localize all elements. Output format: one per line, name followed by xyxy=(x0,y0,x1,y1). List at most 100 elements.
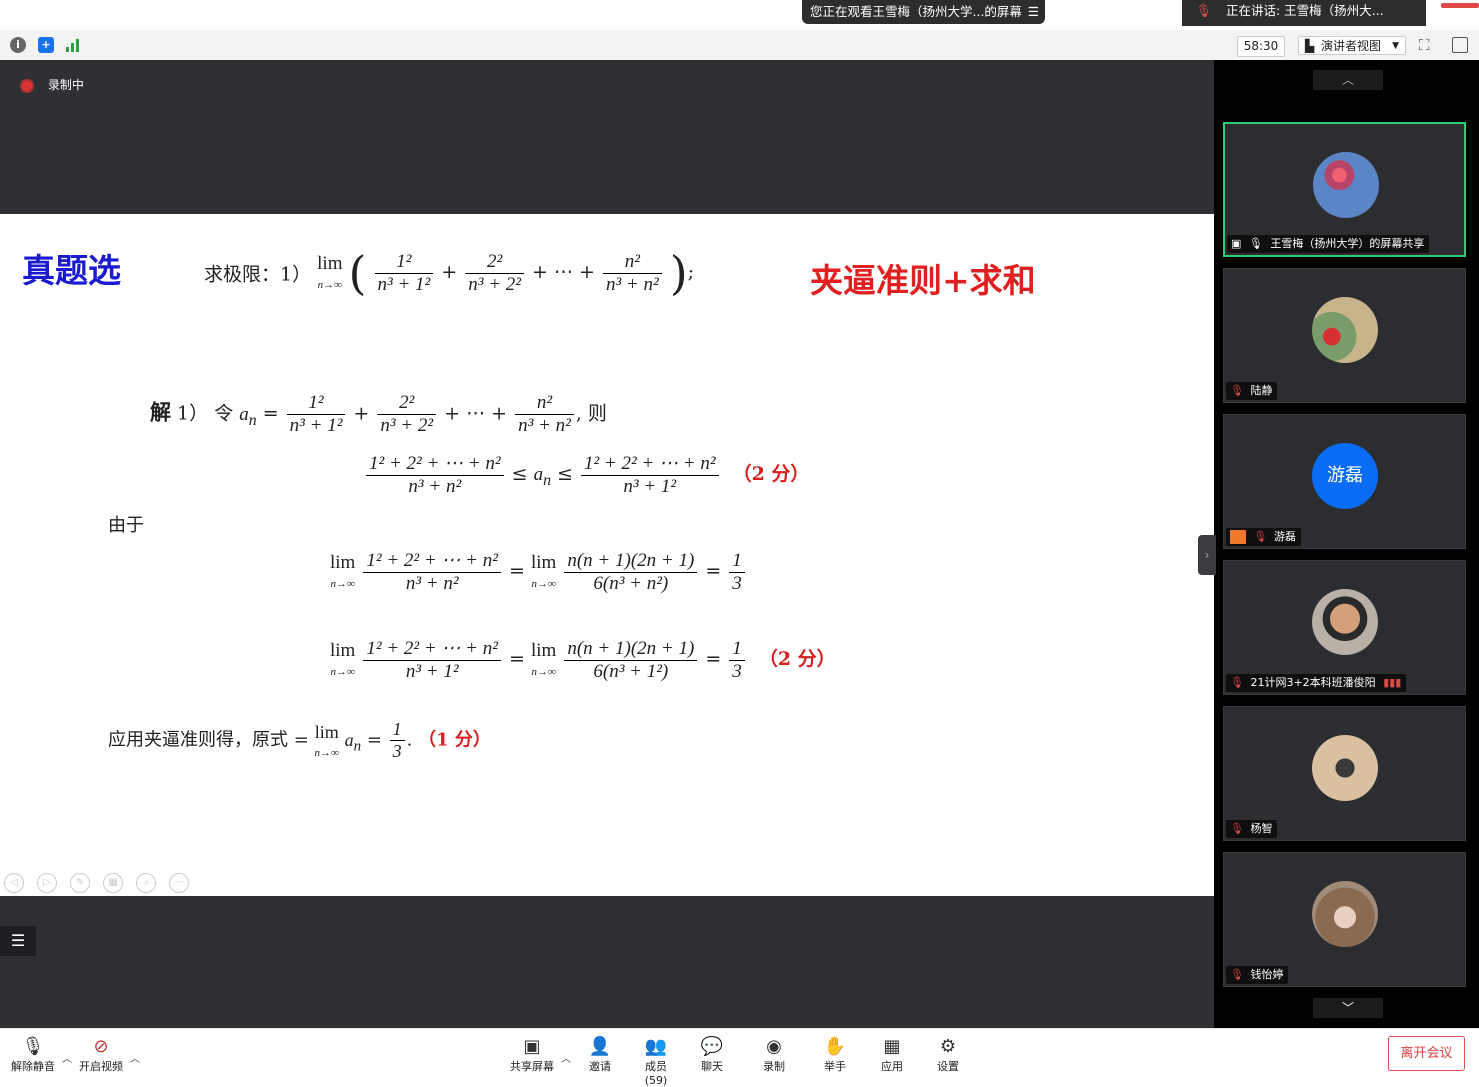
slide-controls: ◁ ▷ ✎ ▦ ⌕ ⋯ xyxy=(4,870,190,893)
top-right-accent xyxy=(1441,3,1479,8)
prev-slide-icon[interactable]: ◁ xyxy=(4,873,24,893)
chat-icon: 💬 xyxy=(700,1036,724,1057)
unmute-label: 解除静音 xyxy=(11,1060,55,1073)
chat-button[interactable]: 💬 聊天 xyxy=(699,1036,725,1074)
slides-icon[interactable]: ▦ xyxy=(103,873,124,893)
start-video-button[interactable]: ⊘ 开启视频 xyxy=(78,1036,124,1074)
solution-label: 解 xyxy=(150,399,171,425)
info-icon[interactable]: i xyxy=(10,37,26,53)
camera-off-icon: ⊘ xyxy=(93,1036,109,1057)
chevron-down-icon: ﹀ xyxy=(1341,1001,1354,1015)
record-label: 录制 xyxy=(763,1060,785,1073)
speaking-banner: 🎙 正在讲话: 王雪梅（扬州大... xyxy=(1182,0,1426,26)
raise-hand-button[interactable]: ✋ 举手 xyxy=(822,1036,848,1074)
inequality-line: 1² + 2² + ⋯ + n² n³ + n² ≤ an ≤ 1² + 2² +… xyxy=(364,452,809,498)
signal-icon[interactable] xyxy=(66,38,82,52)
audio-options-chevron-icon[interactable]: ︿ xyxy=(62,1050,72,1065)
raise-hand-label: 举手 xyxy=(824,1060,846,1073)
next-slide-icon[interactable]: ▷ xyxy=(37,873,58,893)
participant-name: 杨智 xyxy=(1250,822,1273,835)
limit-line-1: lim n→∞ 1² + 2² + ⋯ + n² n³ + n² = lim n→∞ … xyxy=(330,549,747,595)
score-1: （1 分） xyxy=(418,729,491,751)
conclusion-text: 应用夹逼准则得，原式 xyxy=(108,729,288,751)
invite-label: 邀请 xyxy=(589,1060,611,1073)
participant-name: 游磊 xyxy=(1273,530,1296,543)
collapse-panel-handle[interactable]: › xyxy=(1198,535,1216,575)
settings-label: 设置 xyxy=(937,1060,959,1073)
recording-indicator: 录制中 xyxy=(20,76,84,93)
chevron-right-icon: › xyxy=(1204,548,1210,562)
gear-icon: ⚙ xyxy=(939,1036,957,1057)
slide: 真题选 求极限：1） lim n→∞ ( 1² n³ + 1² + 2² n³ + 2… xyxy=(0,214,1214,896)
slide-list-button[interactable]: ☰ xyxy=(0,926,36,956)
scroll-down-button[interactable]: ﹀ xyxy=(1313,998,1383,1018)
viewing-banner[interactable]: 您正在观看王雪梅（扬州大学...的屏幕 ☰ xyxy=(802,0,1045,24)
apps-label: 应用 xyxy=(881,1060,903,1073)
chevron-down-icon: ▼ xyxy=(1392,41,1399,51)
tile-label: 🎙 21计网3+2本科班潘俊阳 ▮▮▮ xyxy=(1226,674,1407,692)
bottom-bar xyxy=(0,1028,1479,1080)
problem-label: 求极限：1） xyxy=(204,263,312,286)
layout-icon: ▙ xyxy=(1305,39,1315,53)
video-options-chevron-icon[interactable]: ︿ xyxy=(130,1050,140,1065)
record-dot-icon xyxy=(20,78,34,93)
settings-button[interactable]: ⚙ 设置 xyxy=(935,1036,961,1074)
leave-meeting-button[interactable]: 离开会议 xyxy=(1388,1036,1465,1071)
avatar-text: 游磊 xyxy=(1327,465,1363,486)
record-button[interactable]: ◉ 录制 xyxy=(761,1036,787,1074)
solution-index: 1） xyxy=(177,402,209,425)
participant-tile-4[interactable]: 🎙 21计网3+2本科班潘俊阳 ▮▮▮ xyxy=(1223,560,1466,695)
mic-off-icon: 🎙 xyxy=(1253,530,1268,543)
fullscreen-icon[interactable]: ⛶ xyxy=(1419,36,1430,54)
limit-line-2: lim n→∞ 1² + 2² + ⋯ + n² n³ + 1² = lim n→∞ … xyxy=(330,637,836,683)
score-2b: （2 分） xyxy=(758,648,836,670)
unmute-button[interactable]: 🎙 解除静音 xyxy=(10,1036,56,1074)
viewing-banner-text: 您正在观看王雪梅（扬州大学...的屏幕 xyxy=(810,4,1022,19)
tile-label: 🎙 杨智 xyxy=(1226,820,1278,838)
add-user-icon: 👤 xyxy=(588,1036,612,1057)
participant-tile-2[interactable]: 🎙 陆静 xyxy=(1223,268,1466,403)
participant-name: 钱怡婷 xyxy=(1250,968,1284,981)
avatar: 游磊 xyxy=(1312,443,1378,509)
person-icon xyxy=(1230,530,1246,544)
participant-name: 21计网3+2本科班潘俊阳 xyxy=(1250,676,1376,689)
members-icon: 👥 xyxy=(644,1036,668,1057)
more-icon[interactable]: ⋯ xyxy=(169,873,190,893)
method-tag: 夹逼准则+求和 xyxy=(810,261,1036,300)
shield-icon[interactable]: + xyxy=(38,37,54,53)
list-icon: ☰ xyxy=(10,931,26,950)
record-icon: ◉ xyxy=(766,1036,782,1057)
avatar xyxy=(1312,881,1378,947)
participant-tile-1[interactable]: ▣ 🎙 王雪梅（扬州大学）的屏幕共享 xyxy=(1223,122,1466,257)
scroll-up-button[interactable]: ︿ xyxy=(1313,70,1383,90)
view-mode-label: 演讲者视图 xyxy=(1321,39,1382,53)
view-mode-select[interactable]: ▙ 演讲者视图 ▼ xyxy=(1298,36,1406,55)
avatar xyxy=(1313,152,1379,218)
sidebar-toggle-icon[interactable] xyxy=(1452,37,1468,53)
participant-name: 王雪梅（扬州大学）的屏幕共享 xyxy=(1270,237,1425,250)
conclusion-line: 应用夹逼准则得，原式 = lim n→∞ an = 13. （1 分） xyxy=(108,719,491,761)
invite-button[interactable]: 👤 邀请 xyxy=(587,1036,613,1074)
solution-let: 令 xyxy=(214,402,234,425)
apps-button[interactable]: ▦ 应用 xyxy=(879,1036,905,1074)
participant-tile-3[interactable]: 游磊 🎙 游磊 xyxy=(1223,414,1466,549)
share-screen-button[interactable]: ▣ 共享屏幕 xyxy=(509,1036,555,1074)
problem-statement: 求极限：1） lim n→∞ ( 1² n³ + 1² + 2² n³ + 2² + … xyxy=(204,246,695,300)
avatar xyxy=(1312,589,1378,655)
participant-tile-6[interactable]: 🎙 钱怡婷 xyxy=(1223,852,1466,987)
meeting-timer: 58:30 xyxy=(1237,36,1285,57)
avatar xyxy=(1312,735,1378,801)
since-label: 由于 xyxy=(108,515,144,536)
members-button[interactable]: 👥 成员(59) xyxy=(634,1036,678,1087)
pen-icon[interactable]: ✎ xyxy=(70,873,91,893)
avatar xyxy=(1312,297,1378,363)
menu-icon[interactable]: ☰ xyxy=(1028,0,1039,24)
solution-then: 则 xyxy=(587,402,607,425)
members-label: 成员(59) xyxy=(644,1060,668,1087)
zoom-icon[interactable]: ⌕ xyxy=(136,873,157,893)
mic-off-icon: 🎙 xyxy=(1230,822,1244,835)
share-screen-icon: ▣ xyxy=(523,1036,541,1057)
share-options-chevron-icon[interactable]: ︿ xyxy=(561,1050,571,1065)
participant-tile-5[interactable]: 🎙 杨智 xyxy=(1223,706,1466,841)
chat-label: 聊天 xyxy=(701,1060,723,1073)
